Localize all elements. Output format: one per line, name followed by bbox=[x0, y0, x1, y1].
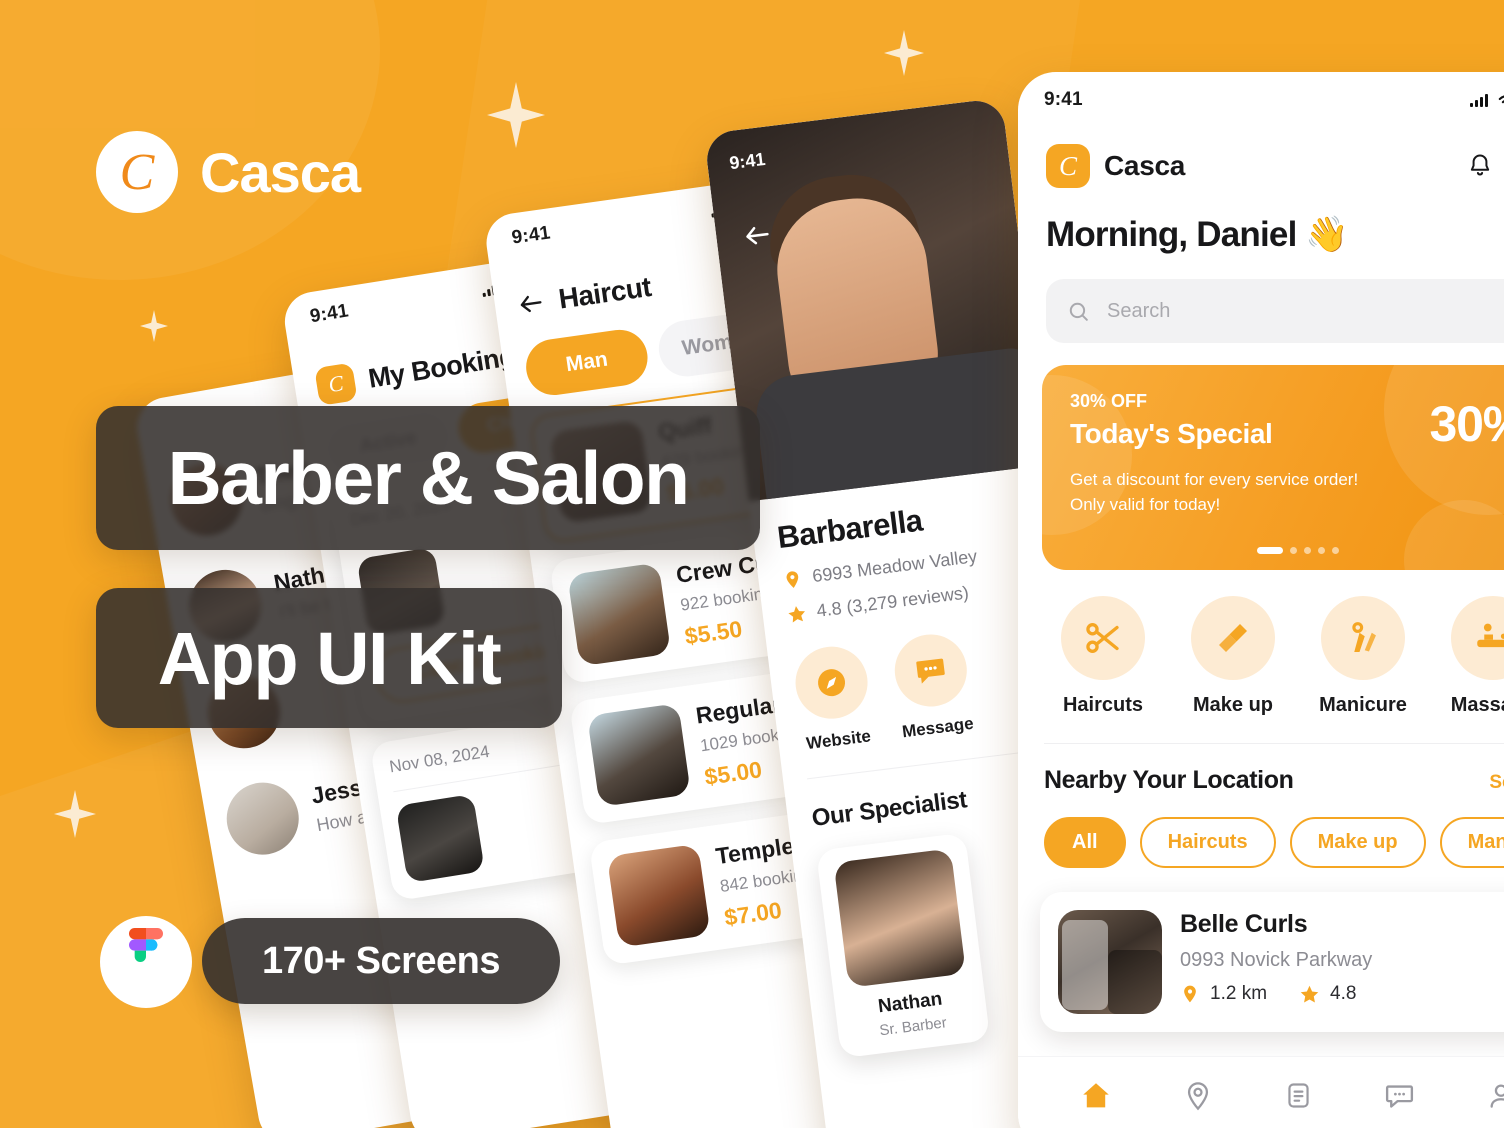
place-address: 0993 Novick Parkway bbox=[1180, 949, 1373, 971]
arrow-left-icon[interactable] bbox=[741, 219, 774, 252]
star-icon bbox=[788, 605, 805, 623]
carousel-dots[interactable] bbox=[1042, 547, 1504, 554]
website-label: Website bbox=[805, 726, 872, 754]
promo-desc-line1: Get a discount for every service order! bbox=[1070, 470, 1359, 489]
wifi-icon bbox=[1498, 95, 1504, 104]
place-rating: 4.8 bbox=[1330, 983, 1357, 1004]
compass-icon bbox=[791, 642, 872, 723]
page-title: Haircut bbox=[556, 270, 653, 315]
search-placeholder: Search bbox=[1107, 299, 1171, 322]
makeup-brush-icon bbox=[1191, 596, 1275, 680]
haircut-photo bbox=[567, 562, 672, 667]
arrow-left-icon[interactable] bbox=[515, 288, 547, 320]
massage-icon bbox=[1451, 596, 1504, 680]
search-icon bbox=[1069, 302, 1088, 321]
figma-logo-icon bbox=[100, 916, 192, 1008]
carousel-dot[interactable] bbox=[1332, 547, 1339, 554]
bell-icon[interactable] bbox=[1466, 152, 1494, 180]
brand-lockup: C Casca bbox=[96, 131, 361, 213]
screens-count-badge: 170+ Screens bbox=[202, 918, 560, 1004]
carousel-dot[interactable] bbox=[1290, 547, 1297, 554]
scissors-icon bbox=[1061, 596, 1145, 680]
status-bar: 9:41 bbox=[1018, 72, 1504, 112]
app-header: C Casca bbox=[1018, 112, 1504, 188]
star-icon bbox=[1300, 985, 1319, 1002]
haircut-photo bbox=[606, 843, 711, 948]
specialist-photo bbox=[833, 848, 966, 988]
carousel-dot[interactable] bbox=[1318, 547, 1325, 554]
phone-home-screen: 9:41 C Casca Morning, Daniel 👋 Search 30… bbox=[1018, 72, 1504, 1128]
category-massage[interactable]: Massage bbox=[1434, 596, 1504, 717]
section-title: Nearby Your Location bbox=[1044, 766, 1294, 794]
headline-banner-2: App UI Kit bbox=[96, 588, 562, 728]
chat-bubble-icon bbox=[890, 630, 971, 711]
place-distance: 1.2 km bbox=[1210, 983, 1268, 1004]
category-label: Manicure bbox=[1319, 694, 1407, 716]
promo-card[interactable]: 30% OFF Today's Special 30% Get a discou… bbox=[1042, 365, 1504, 570]
place-card[interactable]: Belle Curls 0993 Novick Parkway 1.2 km 4… bbox=[1040, 892, 1504, 1032]
filter-chips: All Haircuts Make up Manicure bbox=[1018, 795, 1504, 868]
chip-all[interactable]: All bbox=[1044, 817, 1126, 868]
status-time: 9:41 bbox=[1044, 89, 1083, 110]
message-label: Message bbox=[900, 713, 975, 742]
search-input[interactable]: Search bbox=[1046, 279, 1504, 343]
location-pin-icon bbox=[786, 570, 799, 588]
sparkle-icon bbox=[140, 310, 168, 342]
see-all-link[interactable]: See All bbox=[1489, 772, 1504, 794]
carousel-dot[interactable] bbox=[1304, 547, 1311, 554]
haircut-photo bbox=[587, 703, 691, 807]
shop-photo bbox=[395, 793, 485, 884]
bottom-nav bbox=[1018, 1056, 1504, 1128]
chip-manicure[interactable]: Manicure bbox=[1439, 817, 1504, 868]
message-action[interactable]: Message bbox=[890, 630, 975, 742]
promo-percent: 30% bbox=[1429, 396, 1504, 452]
brand-name: Casca bbox=[200, 140, 361, 204]
shop-rating: 4.8 (3,279 reviews) bbox=[815, 582, 970, 621]
home-icon[interactable] bbox=[1079, 1079, 1113, 1113]
chat-bubble-icon[interactable] bbox=[1383, 1079, 1416, 1112]
website-action[interactable]: Website bbox=[791, 642, 875, 755]
promo-poster: Theodore omg, this is amazing Nathan I'l… bbox=[0, 0, 1504, 1128]
casca-logo-icon: C bbox=[96, 131, 178, 213]
casca-logo-icon: C bbox=[314, 362, 358, 406]
category-row: Haircuts Make up Manicure Massage bbox=[1018, 570, 1504, 717]
avatar bbox=[221, 776, 305, 861]
promo-desc-line2: Only valid for today! bbox=[1070, 494, 1221, 514]
person-icon[interactable] bbox=[1485, 1080, 1504, 1112]
category-label: Make up bbox=[1192, 694, 1274, 716]
casca-logo-icon: C bbox=[1046, 144, 1090, 188]
shop-address: 6993 Meadow Valley bbox=[811, 546, 979, 587]
location-pin-icon bbox=[1184, 985, 1196, 1003]
sparkle-icon bbox=[54, 790, 96, 838]
place-name: Belle Curls bbox=[1180, 910, 1308, 938]
manicure-tools-icon bbox=[1321, 596, 1405, 680]
document-list-icon[interactable] bbox=[1283, 1080, 1314, 1111]
greeting-text: Morning, Daniel 👋 bbox=[1046, 215, 1349, 254]
sparkle-icon bbox=[487, 82, 545, 148]
category-haircuts[interactable]: Haircuts bbox=[1044, 596, 1162, 717]
signal-bars-icon bbox=[1470, 93, 1488, 107]
tab-man[interactable]: Man bbox=[522, 326, 652, 399]
chip-makeup[interactable]: Make up bbox=[1289, 817, 1426, 868]
status-time: 9:41 bbox=[728, 148, 767, 174]
app-name: Casca bbox=[1104, 150, 1186, 181]
specialist-card[interactable]: Nathan Sr. Barber bbox=[815, 832, 991, 1059]
category-label: Massage bbox=[1450, 694, 1504, 716]
chip-haircuts[interactable]: Haircuts bbox=[1139, 817, 1276, 868]
location-pin-icon[interactable] bbox=[1182, 1080, 1214, 1112]
category-makeup[interactable]: Make up bbox=[1174, 596, 1292, 717]
place-photo bbox=[1058, 910, 1162, 1014]
sparkle-icon bbox=[884, 30, 924, 76]
category-label: Haircuts bbox=[1062, 694, 1144, 716]
category-manicure[interactable]: Manicure bbox=[1304, 596, 1422, 717]
carousel-dot[interactable] bbox=[1257, 547, 1283, 554]
headline-banner-1: Barber & Salon bbox=[96, 406, 760, 550]
